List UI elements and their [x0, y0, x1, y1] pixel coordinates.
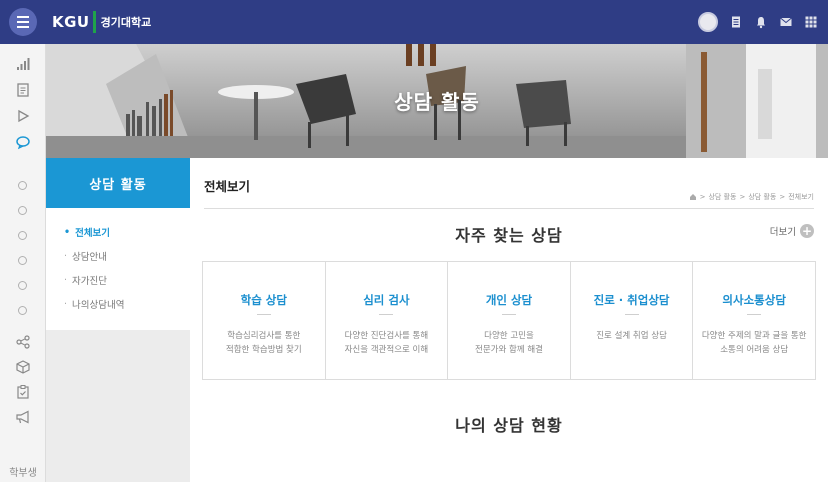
hamburger-menu-button[interactable]: [9, 8, 37, 36]
signal-icon[interactable]: [13, 54, 33, 74]
card-description: 학습심리검사를 통한 적합한 학습방법 찾기: [225, 331, 302, 355]
breadcrumb-item[interactable]: 상담 활동: [748, 192, 776, 202]
my-status-section-title: 나의 상담 현황: [455, 416, 563, 435]
document-icon[interactable]: [729, 15, 743, 29]
side-menu-title: 상담 활동: [46, 158, 190, 208]
bullet-icon: •: [64, 226, 71, 238]
side-menu-item-all[interactable]: • 전체보기: [46, 220, 190, 244]
rail-dot[interactable]: [18, 231, 27, 240]
hamburger-line: [17, 21, 29, 23]
left-icon-rail: 학부생: [0, 44, 46, 482]
card-title: 의사소통상담: [722, 293, 786, 307]
bullet-icon: ·: [64, 274, 68, 286]
side-menu-item-label: 자가진단: [72, 276, 107, 287]
megaphone-icon[interactable]: [13, 407, 33, 427]
clipboard-icon[interactable]: [13, 382, 33, 402]
more-link[interactable]: 더보기 +: [770, 224, 814, 238]
side-menu-item-self-diagnosis[interactable]: · 자가진단: [46, 268, 190, 292]
kgu-logo[interactable]: KGU 경기대학교: [52, 7, 151, 37]
breadcrumb: > 상담 활동 > 상담 활동 > 전체보기: [689, 192, 814, 202]
rail-dot[interactable]: [18, 181, 27, 190]
card-title: 진로 · 취업상담: [593, 293, 670, 307]
rail-dot[interactable]: [18, 256, 27, 265]
grid-icon[interactable]: [804, 15, 818, 29]
card-description: 다양한 고민을 전문가와 함께 해결: [475, 331, 543, 355]
side-menu: 상담 활동 • 전체보기 · 상담안내 · 자가진단 · 나의상담내역: [46, 158, 190, 482]
title-divider: [204, 208, 814, 209]
card-divider: [256, 314, 271, 315]
card-description: 다양한 주제의 말과 글을 통한 소통의 어려움 상담: [701, 331, 807, 355]
rail-bottom-label: 학부생: [9, 468, 37, 479]
share-icon[interactable]: [13, 332, 33, 352]
bullet-icon: ·: [64, 250, 68, 262]
card-title: 심리 검사: [363, 293, 410, 307]
frequent-section-title: 자주 찾는 상담: [455, 226, 563, 245]
hero-banner: 상담 활동: [46, 44, 828, 158]
breadcrumb-separator: >: [779, 193, 786, 201]
top-icons: [698, 11, 818, 33]
university-name: 경기대학교: [100, 16, 152, 29]
rail-dot[interactable]: [18, 306, 27, 315]
card-personal-counseling[interactable]: 개인 상담 다양한 고민을 전문가와 함께 해결: [448, 262, 571, 379]
card-career-counseling[interactable]: 진로 · 취업상담 진로 설계 취업 상담: [571, 262, 694, 379]
breadcrumb-item[interactable]: 상담 활동: [708, 192, 736, 202]
plus-icon: +: [800, 224, 814, 238]
mail-icon[interactable]: [779, 15, 793, 29]
cube-icon[interactable]: [13, 357, 33, 377]
more-label: 더보기: [769, 227, 796, 238]
card-description: 진로 설계 취업 상담: [596, 331, 667, 341]
home-icon[interactable]: [689, 193, 697, 201]
hamburger-line: [17, 16, 29, 18]
hero-title: 상담 활동: [394, 90, 480, 114]
breadcrumb-item-current: 전체보기: [788, 193, 814, 201]
logo-bar-icon: [92, 11, 96, 33]
card-title: 학습 상담: [240, 293, 287, 307]
page-title: 전체보기: [204, 179, 251, 194]
app-root: KGU 경기대학교 학부생 상담 활동 상담 활동 • 전체보기 · 상담안내 …: [0, 0, 828, 482]
counseling-cards: 학습 상담 학습심리검사를 통한 적합한 학습방법 찾기 심리 검사 다양한 진…: [202, 261, 816, 380]
card-title: 개인 상담: [485, 293, 533, 307]
side-menu-item-label: 나의상담내역: [72, 300, 125, 311]
breadcrumb-separator: >: [739, 193, 746, 201]
card-divider: [379, 314, 394, 315]
side-menu-item-guide[interactable]: · 상담안내: [46, 244, 190, 268]
side-menu-item-my-history[interactable]: · 나의상담내역: [46, 292, 190, 316]
bullet-icon: ·: [64, 298, 68, 310]
card-psych-test[interactable]: 심리 검사 다양한 진단검사를 통해 자신을 객관적으로 이해: [326, 262, 449, 379]
profile-avatar[interactable]: [698, 12, 718, 32]
top-bar: KGU 경기대학교: [0, 0, 828, 44]
card-description: 다양한 진단검사를 통해 자신을 객관적으로 이해: [344, 331, 429, 355]
play-icon[interactable]: [13, 106, 33, 126]
side-menu-list: • 전체보기 · 상담안내 · 자가진단 · 나의상담내역: [46, 208, 190, 330]
card-communication-counseling[interactable]: 의사소통상담 다양한 주제의 말과 글을 통한 소통의 어려움 상담: [693, 262, 815, 379]
hamburger-line: [17, 26, 29, 28]
logo-text: KGU: [52, 13, 90, 31]
card-divider: [624, 314, 639, 315]
document-icon[interactable]: [13, 80, 33, 100]
main-content: 전체보기 > 상담 활동 > 상담 활동 > 전체보기 자주 찾는 상담 더보기…: [190, 158, 828, 482]
breadcrumb-separator: >: [699, 193, 706, 201]
card-study-counseling[interactable]: 학습 상담 학습심리검사를 통한 적합한 학습방법 찾기: [203, 262, 326, 379]
side-menu-item-label: 상담안내: [72, 252, 107, 263]
card-divider: [501, 314, 516, 315]
rail-dot[interactable]: [18, 206, 27, 215]
rail-dot[interactable]: [18, 281, 27, 290]
chat-icon[interactable]: [13, 132, 33, 152]
side-menu-item-label: 전체보기: [75, 228, 111, 239]
bell-icon[interactable]: [754, 15, 768, 29]
card-divider: [747, 314, 762, 315]
